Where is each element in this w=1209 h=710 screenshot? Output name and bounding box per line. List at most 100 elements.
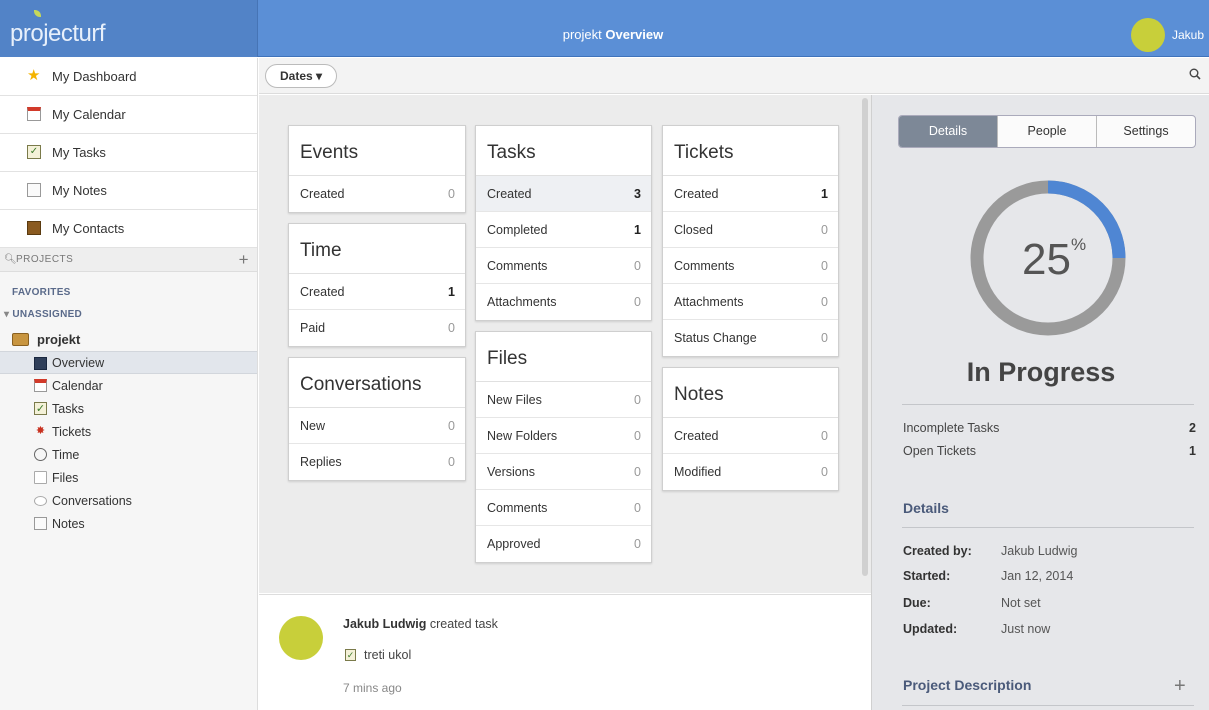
row-label: New: [300, 418, 326, 433]
widget-row[interactable]: Attachments 0: [476, 284, 651, 320]
widget-row[interactable]: Created 0: [289, 176, 465, 212]
sidebar-item-label: My Tasks: [52, 145, 106, 160]
project-nav-calendar[interactable]: Calendar: [0, 374, 257, 397]
widget-row[interactable]: Comments 0: [476, 248, 651, 284]
favorites-heading[interactable]: FAVORITES: [12, 287, 71, 298]
widget-row[interactable]: Created 1: [663, 176, 838, 212]
projects-search[interactable]: 🔍︎ PROJECTS +: [0, 248, 257, 272]
widget-row[interactable]: Attachments 0: [663, 284, 838, 320]
calendar-icon: [34, 379, 47, 392]
top-bar: projecturf projekt Overview Jakub: [0, 0, 1209, 57]
widget-row[interactable]: New Files 0: [476, 382, 651, 418]
widget-row[interactable]: Created 0: [663, 418, 838, 454]
tab-settings[interactable]: Settings: [1097, 116, 1195, 147]
widget-row[interactable]: Status Change 0: [663, 320, 838, 356]
widget-row[interactable]: New 0: [289, 408, 465, 444]
stat-incomplete-tasks[interactable]: Incomplete Tasks 2: [903, 421, 1196, 435]
star-icon: ★: [27, 67, 41, 84]
activity-headline: Jakub Ludwig created task: [343, 617, 498, 631]
sidebar-item-tasks[interactable]: ✓ My Tasks: [0, 134, 257, 172]
sidebar-item-contacts[interactable]: My Contacts: [0, 210, 257, 248]
search-icon[interactable]: [1189, 68, 1201, 80]
detail-created-by: Created by: Jakub Ludwig: [903, 544, 1077, 558]
widget-row[interactable]: Replies 0: [289, 444, 465, 480]
main-scrollbar[interactable]: [862, 98, 868, 576]
app-logo[interactable]: projecturf: [10, 20, 106, 48]
row-count: 0: [634, 537, 641, 551]
row-count: 1: [634, 222, 641, 237]
widget-row[interactable]: Approved 0: [476, 526, 651, 562]
user-name[interactable]: Jakub: [1172, 28, 1204, 42]
avatar[interactable]: [279, 616, 323, 660]
detail-key: Due:: [903, 596, 931, 610]
row-count: 0: [634, 258, 641, 273]
project-nav-overview[interactable]: Overview: [0, 351, 257, 374]
conversations-widget: Conversations New 0 Replies 0: [288, 357, 466, 481]
project-link[interactable]: projekt: [12, 332, 80, 347]
widget-row[interactable]: New Folders 0: [476, 418, 651, 454]
row-label: New Files: [487, 392, 542, 407]
project-nav-tickets[interactable]: ✸ Tickets: [0, 420, 257, 443]
divider: [902, 404, 1194, 405]
files-widget: Files New Files 0 New Folders 0 Versions 0 …: [475, 331, 652, 563]
activity-task-name: treti ukol: [364, 648, 412, 662]
events-widget: Events Created 0: [288, 125, 466, 213]
clock-icon: [34, 448, 47, 461]
detail-updated: Updated: Just now: [903, 622, 1050, 636]
project-nav-notes[interactable]: Notes: [0, 512, 257, 535]
project-nav-conversations[interactable]: Conversations: [0, 489, 257, 512]
widget-row[interactable]: Created 1: [289, 274, 465, 310]
add-project-icon[interactable]: +: [239, 250, 249, 270]
row-label: Versions: [487, 464, 535, 479]
sidebar-item-dashboard[interactable]: ★ My Dashboard: [0, 58, 257, 96]
project-nav: Overview Calendar ✓ Tasks ✸ Tickets Time…: [0, 351, 257, 535]
sidebar-item-notes[interactable]: My Notes: [0, 172, 257, 210]
project-nav-label: Conversations: [52, 493, 132, 508]
time-widget: Time Created 1 Paid 0: [288, 223, 466, 347]
stat-label: Open Tickets: [903, 444, 976, 458]
row-label: Approved: [487, 537, 541, 551]
page-title-section: Overview: [605, 27, 664, 42]
activity-user[interactable]: Jakub Ludwig: [343, 617, 426, 631]
row-count: 3: [634, 186, 641, 201]
project-nav-time[interactable]: Time: [0, 443, 257, 466]
project-nav-tasks[interactable]: ✓ Tasks: [0, 397, 257, 420]
row-count: 0: [634, 464, 641, 479]
progress-unit: %: [1070, 235, 1087, 254]
project-nav-files[interactable]: Files: [0, 466, 257, 489]
widget-row[interactable]: Versions 0: [476, 454, 651, 490]
user-avatar[interactable]: [1131, 18, 1165, 52]
row-label: Created: [300, 187, 345, 201]
tab-people[interactable]: People: [998, 116, 1097, 147]
stat-open-tickets[interactable]: Open Tickets 1: [903, 444, 1196, 458]
widget-row[interactable]: Completed 1: [476, 212, 651, 248]
dates-dropdown[interactable]: Dates ▾: [265, 64, 338, 88]
widget-row[interactable]: Comments 0: [476, 490, 651, 526]
widget-row[interactable]: Created 3: [476, 176, 651, 212]
row-label: Completed: [487, 222, 548, 237]
row-label: Paid: [300, 321, 326, 335]
activity-task-link[interactable]: ✓ treti ukol: [345, 648, 411, 662]
tasks-icon: ✓: [345, 649, 356, 661]
tab-details[interactable]: Details: [899, 116, 998, 147]
row-count: 1: [448, 284, 455, 299]
tasks-icon: ✓: [34, 402, 47, 415]
notes-icon: [34, 517, 47, 530]
widget-row[interactable]: Paid 0: [289, 310, 465, 346]
detail-value: Just now: [1001, 622, 1051, 636]
project-description-heading[interactable]: Project Description: [903, 677, 1031, 693]
row-label: Comments: [487, 258, 548, 273]
detail-value: Jan 12, 2014: [1001, 569, 1074, 583]
divider: [902, 527, 1194, 528]
widget-row[interactable]: Comments 0: [663, 248, 838, 284]
add-description-icon[interactable]: +: [1174, 675, 1186, 698]
sidebar-item-calendar[interactable]: My Calendar: [0, 96, 257, 134]
project-nav-label: Files: [52, 470, 79, 485]
logo-area[interactable]: projecturf: [0, 0, 258, 57]
row-label: Created: [674, 186, 719, 201]
row-label: Modified: [674, 465, 722, 479]
widget-row[interactable]: Closed 0: [663, 212, 838, 248]
unassigned-heading[interactable]: ▾ UNASSIGNED: [4, 309, 82, 320]
sidebar-item-label: My Dashboard: [52, 69, 137, 84]
widget-row[interactable]: Modified 0: [663, 454, 838, 490]
